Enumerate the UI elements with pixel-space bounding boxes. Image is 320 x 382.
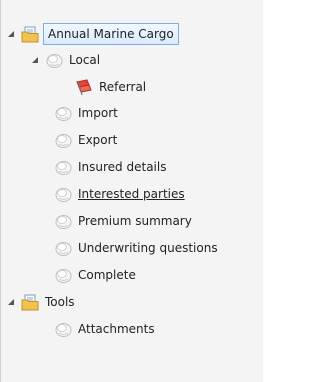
tree-node-import[interactable]: Import — [54, 100, 120, 126]
tasks-icon — [54, 212, 73, 231]
tree-node-label: Referral — [99, 80, 147, 94]
tree-panel: Annual Marine Cargo Local Referral Impor… — [0, 0, 263, 382]
tree-node-premium-summary[interactable]: Premium summary — [54, 208, 194, 234]
tasks-icon — [54, 320, 73, 339]
tree-node-label: Tools — [45, 295, 75, 309]
tasks-icon — [54, 158, 73, 177]
tree-node-label: Complete — [78, 268, 136, 282]
tree-node-attachments[interactable]: Attachments — [54, 316, 157, 342]
tree-node-label: Interested parties — [78, 187, 185, 201]
tree-node-annual-marine-cargo[interactable]: Annual Marine Cargo — [6, 21, 179, 47]
tree-node-label: Insured details — [78, 160, 167, 174]
tree-node-label: Premium summary — [78, 214, 192, 228]
expand-arrow-icon[interactable] — [6, 289, 16, 315]
tasks-icon — [54, 185, 73, 204]
tree-node-label: Underwriting questions — [78, 241, 218, 255]
tree-node-interested-parties[interactable]: Interested parties — [54, 181, 187, 207]
tree-node-label: Attachments — [78, 322, 155, 336]
tree-node-local[interactable]: Local — [30, 47, 102, 73]
tasks-icon — [54, 239, 73, 258]
tasks-icon — [54, 266, 73, 285]
tree-node-label: Export — [78, 133, 118, 147]
tree-node-label: Local — [69, 53, 101, 67]
expand-arrow-icon[interactable] — [30, 47, 40, 73]
tree-node-insured-details[interactable]: Insured details — [54, 154, 168, 180]
tree-node-tools[interactable]: Tools — [6, 289, 77, 315]
tasks-icon — [54, 104, 73, 123]
tree-node-underwriting-questions[interactable]: Underwriting questions — [54, 235, 220, 261]
folder-document-icon — [21, 293, 40, 312]
folder-document-icon — [21, 25, 40, 44]
tree-node-label: Annual Marine Cargo — [43, 23, 179, 45]
tree-node-referral[interactable]: Referral — [75, 74, 148, 100]
flag-icon — [75, 78, 94, 97]
tasks-icon — [45, 51, 64, 70]
tree-node-label: Import — [78, 106, 118, 120]
tree-node-export[interactable]: Export — [54, 127, 119, 153]
tasks-icon — [54, 131, 73, 150]
expand-arrow-icon[interactable] — [6, 21, 16, 47]
tree-node-complete[interactable]: Complete — [54, 262, 138, 288]
